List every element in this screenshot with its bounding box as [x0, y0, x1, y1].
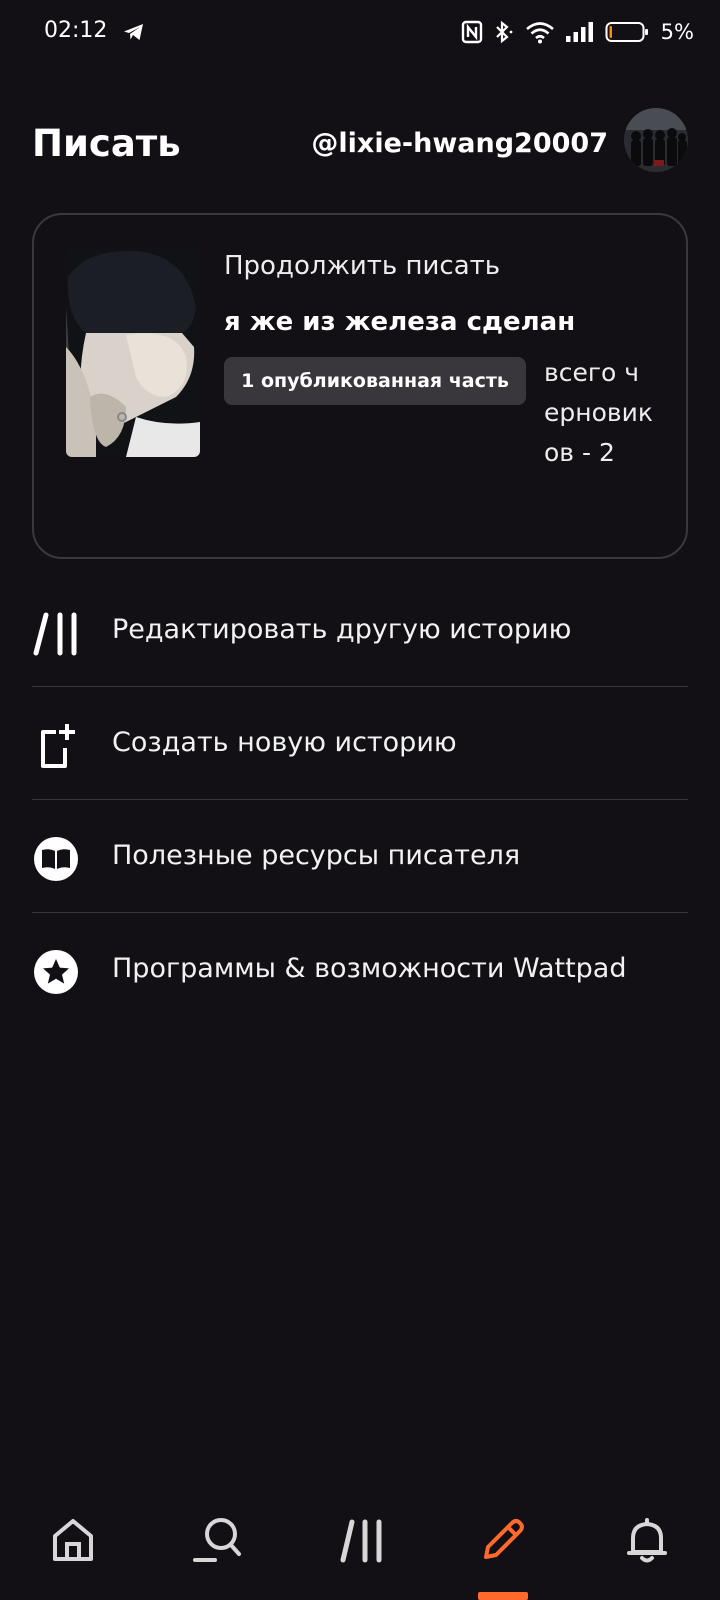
bluetooth-icon — [493, 20, 515, 44]
status-bar: 02:12 5% — [0, 0, 720, 64]
published-parts-badge: 1 опубликованная часть — [224, 357, 526, 405]
username[interactable]: @lixie-hwang20007 — [311, 128, 608, 159]
story-cover[interactable] — [66, 247, 200, 457]
wattpad-programs-item[interactable]: Программы & возможности Wattpad — [32, 913, 688, 1026]
menu-item-label: Программы & возможности Wattpad — [112, 953, 627, 984]
signal-icon — [565, 21, 595, 43]
edit-another-story-item[interactable]: Редактировать другую историю — [32, 574, 688, 687]
create-new-story-item[interactable]: Создать новую историю — [32, 687, 688, 800]
drafts-count: всего черновиков - 2 — [544, 358, 653, 467]
story-title: я же из железа сделан — [224, 307, 576, 337]
star-icon — [32, 948, 80, 996]
continue-writing-label: Продолжить писать — [224, 251, 501, 281]
library-slash-icon — [32, 609, 80, 657]
telegram-icon — [122, 20, 146, 44]
write-icon[interactable] — [463, 1500, 543, 1580]
status-icons: 5% — [461, 16, 694, 48]
header: Писать @lixie-hwang20007 — [32, 108, 688, 180]
write-screen: 02:12 5% Писать @lixie-hwang20007 Продол… — [0, 0, 720, 1600]
menu-item-label: Полезные ресурсы писателя — [112, 840, 521, 871]
active-tab-indicator — [478, 1592, 528, 1600]
library-icon[interactable] — [321, 1500, 401, 1580]
nfc-icon — [461, 20, 483, 44]
page-title: Писать — [32, 122, 181, 165]
continue-writing-card[interactable]: Продолжить писать я же из железа сделан … — [32, 213, 688, 559]
status-time: 02:12 — [44, 18, 108, 43]
book-icon — [32, 835, 80, 883]
search-icon[interactable] — [177, 1500, 257, 1580]
writer-resources-item[interactable]: Полезные ресурсы писателя — [32, 800, 688, 913]
menu-item-label: Создать новую историю — [112, 727, 457, 758]
home-icon[interactable] — [33, 1500, 113, 1580]
new-story-icon — [32, 722, 80, 770]
bottom-nav — [0, 1490, 720, 1600]
notifications-icon[interactable] — [607, 1500, 687, 1580]
battery-percent: 5% — [660, 20, 694, 44]
avatar[interactable] — [624, 108, 688, 172]
wifi-icon — [525, 20, 555, 44]
battery-icon — [605, 21, 649, 43]
write-menu: Редактировать другую историю Создать нов… — [32, 574, 688, 1026]
menu-item-label: Редактировать другую историю — [112, 614, 572, 645]
